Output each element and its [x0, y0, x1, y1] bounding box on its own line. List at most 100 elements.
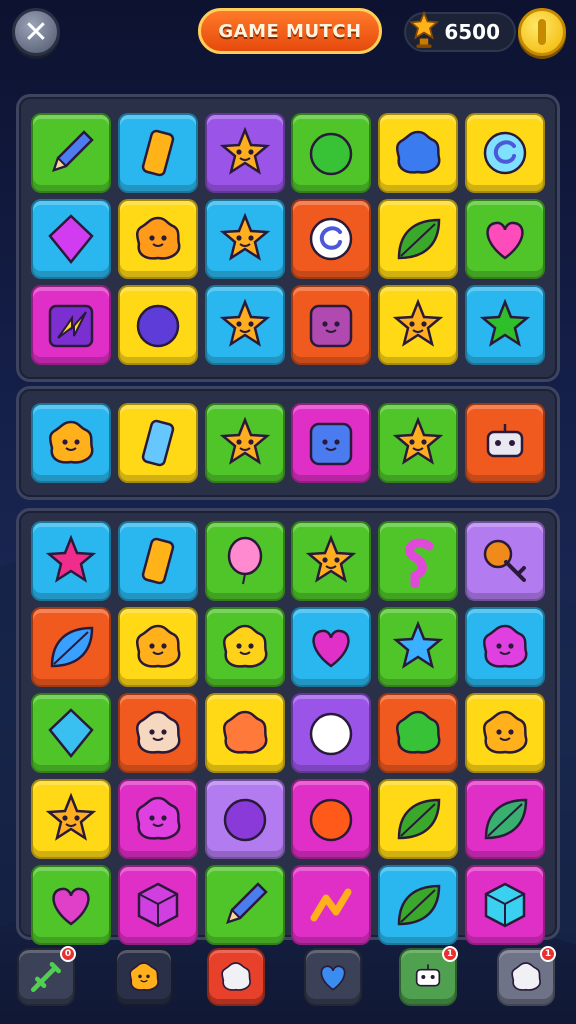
board-middle-tile[interactable]: [31, 403, 111, 483]
leaf-icon: [391, 212, 445, 266]
board-bottom-tile[interactable]: [204, 779, 285, 859]
board-top-tile[interactable]: [204, 285, 285, 365]
board-bottom-tile[interactable]: [31, 693, 111, 773]
robot-icon: [478, 416, 532, 470]
board-middle-tile[interactable]: [117, 403, 198, 483]
board-bottom-tile[interactable]: [31, 607, 111, 687]
board-top-tile[interactable]: [204, 113, 285, 193]
board-top-tile[interactable]: [464, 285, 545, 365]
board-top-tile[interactable]: [291, 285, 372, 365]
board-bottom-tile[interactable]: [291, 779, 372, 859]
star-icon: [391, 620, 445, 674]
board-top-tile[interactable]: [378, 199, 459, 279]
board-top-tile[interactable]: [378, 113, 459, 193]
board-bottom-tile[interactable]: [291, 693, 372, 773]
tile-grid-middle: [31, 403, 545, 483]
feather-leaf-icon: [478, 792, 532, 846]
board-top-tile[interactable]: [31, 199, 111, 279]
key-icon: [478, 534, 532, 588]
close-button[interactable]: ✕: [12, 8, 60, 56]
board-bottom-tile[interactable]: [31, 779, 111, 859]
planet-icon: [131, 298, 185, 352]
pin-star-icon: [478, 298, 532, 352]
board-bottom-tile[interactable]: [378, 607, 459, 687]
board-bottom-tile[interactable]: [291, 607, 372, 687]
board-bottom-tile[interactable]: [204, 521, 285, 601]
board-top-tile[interactable]: [464, 113, 545, 193]
flower-icon: [218, 706, 272, 760]
bottom-toolbar: 0 1 1: [0, 942, 576, 1024]
pencil-icon: [218, 878, 272, 932]
board-middle-tile[interactable]: [378, 403, 459, 483]
board-bottom: [16, 508, 560, 945]
board-bottom-tile[interactable]: [378, 693, 459, 773]
board-bottom-tile[interactable]: [31, 865, 111, 945]
squiggle-icon: [391, 534, 445, 588]
sun-face-button[interactable]: [115, 948, 173, 1006]
board-bottom-tile[interactable]: [378, 865, 459, 945]
sun-face-icon: [126, 959, 162, 995]
star-face-icon: [218, 126, 272, 180]
close-icon: ✕: [23, 14, 49, 50]
board-bottom-tile[interactable]: [204, 693, 285, 773]
board-bottom-tile[interactable]: [31, 521, 111, 601]
board-top-tile[interactable]: [31, 285, 111, 365]
board-top-tile[interactable]: [204, 199, 285, 279]
board-bottom-tile[interactable]: [464, 521, 545, 601]
gem-bar-icon: [131, 534, 185, 588]
notification-badge: 0: [60, 946, 76, 962]
sun-face-icon: [131, 620, 185, 674]
arrow-up-button[interactable]: 0: [17, 946, 76, 1006]
board-bottom-tile[interactable]: [204, 607, 285, 687]
swirl-icon: [304, 212, 358, 266]
board-middle-tile[interactable]: [464, 403, 545, 483]
board-top-tile[interactable]: [117, 199, 198, 279]
board-bottom-tile[interactable]: [291, 521, 372, 601]
slime-icon: [391, 706, 445, 760]
coin-icon: [538, 19, 546, 45]
board-bottom-tile[interactable]: [464, 693, 545, 773]
board-bottom-tile[interactable]: [117, 865, 198, 945]
board-middle-tile[interactable]: [291, 403, 372, 483]
board-bottom-tile[interactable]: [464, 865, 545, 945]
check-button[interactable]: [304, 948, 362, 1006]
board-bottom-tile[interactable]: [464, 779, 545, 859]
board-bottom-tile[interactable]: [378, 521, 459, 601]
leaf-icon: [391, 878, 445, 932]
board-bottom-tile[interactable]: [117, 779, 198, 859]
game-title: GAME MUTCH: [198, 8, 382, 54]
blob-face-icon: [478, 620, 532, 674]
board-top-tile[interactable]: [291, 113, 372, 193]
board-top-tile[interactable]: [291, 199, 372, 279]
star-face-icon: [391, 298, 445, 352]
camera-button[interactable]: 1: [399, 946, 458, 1006]
board-bottom-tile[interactable]: [378, 779, 459, 859]
note-icon: [304, 878, 358, 932]
heart-planet-icon: [304, 620, 358, 674]
pencil-icon: [44, 126, 98, 180]
board-middle-tile[interactable]: [204, 403, 285, 483]
notification-badge: 1: [442, 946, 458, 962]
gear-button[interactable]: [207, 948, 265, 1006]
gear-button[interactable]: 1: [497, 946, 556, 1006]
apple-icon: [304, 126, 358, 180]
board-bottom-tile[interactable]: [117, 607, 198, 687]
board-top-tile[interactable]: [117, 113, 198, 193]
board-top-tile[interactable]: [117, 285, 198, 365]
board-middle: [16, 386, 560, 500]
board-bottom-tile[interactable]: [464, 607, 545, 687]
board-bottom-tile[interactable]: [204, 865, 285, 945]
coin-button[interactable]: [518, 8, 566, 56]
board-bottom-tile[interactable]: [117, 693, 198, 773]
board-bottom-tile[interactable]: [291, 865, 372, 945]
board-top-tile[interactable]: [31, 113, 111, 193]
sword-icon: [304, 706, 358, 760]
board-top-tile[interactable]: [378, 285, 459, 365]
board-top-tile[interactable]: [464, 199, 545, 279]
heart-icon: [478, 212, 532, 266]
star-face-icon: [218, 416, 272, 470]
potion-icon: [218, 792, 272, 846]
board-bottom-tile[interactable]: [117, 521, 198, 601]
sun-face-icon: [478, 706, 532, 760]
star-face-icon: [218, 212, 272, 266]
